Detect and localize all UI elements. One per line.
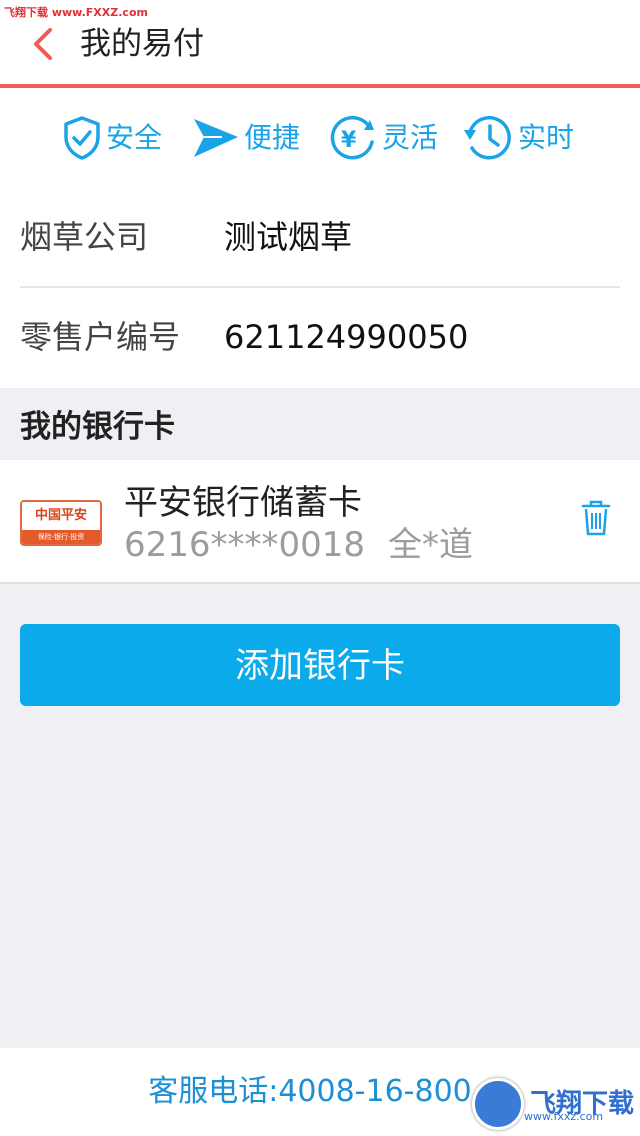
retailer-row: 零售户编号 621124990050 [20,288,620,388]
merchant-info-panel: 烟草公司 测试烟草 零售户编号 621124990050 [0,188,640,388]
company-label: 烟草公司 [20,218,149,256]
back-button[interactable] [28,26,60,62]
chevron-left-icon [34,28,52,60]
watermark-corner-url: www.fxxz.com [524,1110,604,1123]
card-holder: 全*道 [388,525,473,565]
retailer-label: 零售户编号 [20,318,181,356]
company-row: 烟草公司 测试烟草 [20,188,620,288]
page-title: 我的易付 [80,26,204,62]
watermark-corner: 飞翔下载 www.fxxz.com [472,1076,636,1132]
add-bank-card-button[interactable]: 添加银行卡 [20,624,620,706]
bank-logo-subtext: 保险·银行·投资 [22,530,100,544]
card-number: 6216****0018 [124,525,366,565]
bank-logo-text: 中国平安 [22,502,100,530]
shield-check-icon [64,116,100,160]
trash-icon [581,500,611,536]
company-value: 测试烟草 [224,218,353,256]
feature-convenient: 便捷 [192,112,300,164]
feature-security: 安全 [62,112,162,164]
svg-text:¥: ¥ [341,128,357,153]
clock-history-icon [464,115,511,160]
feature-realtime: 实时 [462,112,574,164]
feature-label: 实时 [518,121,575,154]
feature-label: 灵活 [382,121,439,154]
watermark-top: 飞翔下载 www.FXXZ.com [4,6,148,19]
bank-section-title: 我的银行卡 [20,409,175,445]
retailer-value: 621124990050 [224,318,469,356]
feature-label: 便捷 [244,121,301,154]
delete-card-button[interactable] [580,498,612,538]
paper-plane-icon [194,119,238,157]
feature-flexible: ¥ 灵活 [326,112,438,164]
yuan-refresh-icon: ¥ [330,115,374,160]
feature-label: 安全 [106,121,163,154]
bank-card-item[interactable]: 中国平安 保险·银行·投资 平安银行储蓄卡 6216****0018 全*道 [0,460,640,584]
watermark-logo-icon [472,1078,524,1130]
bank-logo: 中国平安 保险·银行·投资 [20,500,102,546]
card-name: 平安银行储蓄卡 [124,483,362,523]
feature-strip: 安全 便捷 ¥ 灵活 实时 [0,88,640,188]
